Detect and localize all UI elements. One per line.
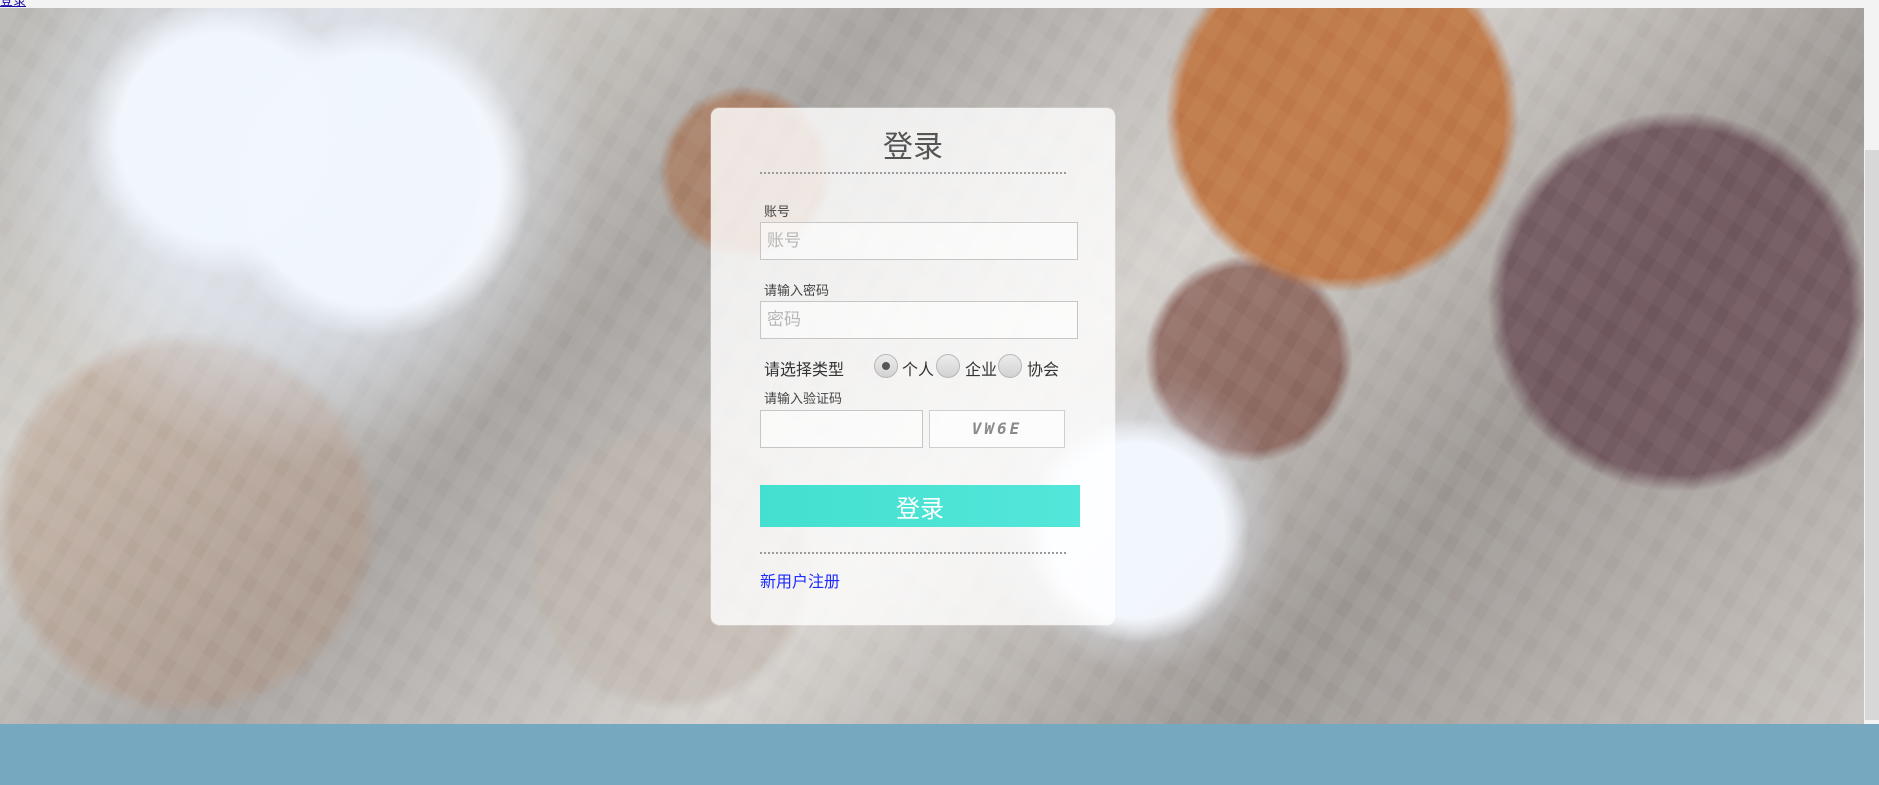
page-scrollbar[interactable] [1865,150,1879,720]
radio-association-label: 协会 [1027,360,1060,379]
password-input[interactable] [760,301,1078,339]
account-label: 账号 [764,205,791,220]
panel-title: 登录 [883,130,943,165]
radio-personal-control[interactable] [874,354,898,378]
bottom-band [0,724,1879,785]
login-button[interactable]: 登录 [760,485,1080,527]
register-link[interactable]: 新用户注册 [760,568,840,592]
top-login-link[interactable]: 登录 [0,0,26,8]
radio-association-control[interactable] [998,354,1022,378]
user-type-row: 请选择类型 个人 企业 协会 [764,352,1084,380]
radio-association[interactable]: 协会 [998,352,1060,380]
user-type-label: 请选择类型 [764,360,845,379]
account-input[interactable] [760,222,1078,260]
bottom-divider [760,552,1066,554]
radio-company[interactable]: 企业 [936,352,998,380]
radio-company-label: 企业 [965,360,998,379]
radio-personal-label: 个人 [902,360,935,379]
captcha-input[interactable] [760,410,923,448]
captcha-label: 请输入验证码 [764,392,843,407]
captcha-image[interactable]: VW6E [929,410,1065,448]
radio-personal[interactable]: 个人 [874,352,934,380]
login-panel: 登录 账号 请输入密码 请选择类型 个人 企业 协会 请输入验证码 VW6E 登… [711,108,1115,625]
radio-company-control[interactable] [936,354,960,378]
top-divider [760,172,1066,174]
password-label: 请输入密码 [764,284,830,299]
